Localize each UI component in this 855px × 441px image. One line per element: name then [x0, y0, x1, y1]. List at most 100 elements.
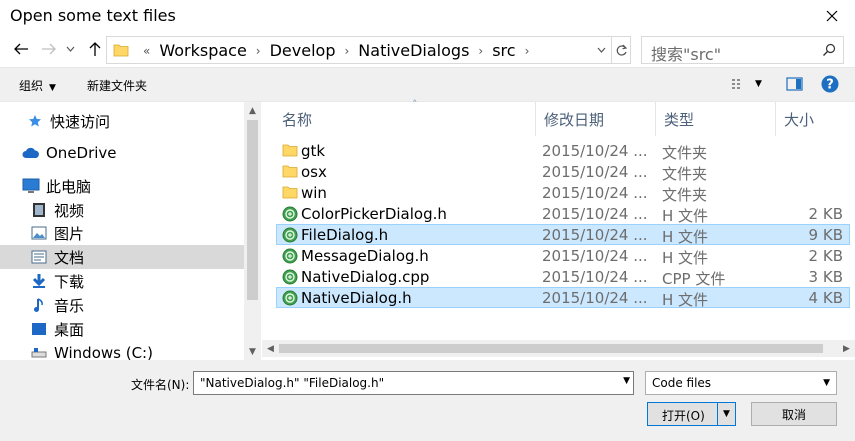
sidebar-item-music[interactable]: 音乐 — [0, 293, 244, 317]
search-box[interactable]: 搜索"src" — [641, 36, 844, 64]
close-button[interactable] — [809, 0, 855, 31]
file-type: H 文件 — [662, 291, 709, 309]
breadcrumb-src[interactable]: src — [491, 41, 516, 60]
file-type-select[interactable]: Code files ▼ — [645, 371, 837, 395]
breadcrumb-overflow[interactable]: « — [143, 44, 150, 58]
code-file-icon — [282, 206, 298, 226]
scrollbar-thumb[interactable] — [279, 344, 823, 353]
scroll-down-arrow[interactable]: ▼ — [244, 343, 261, 360]
column-header-name[interactable]: ˄ 名称 — [274, 98, 536, 136]
filename-input[interactable]: "NativeDialog.h" "FileDialog.h" ▼ — [193, 371, 634, 395]
help-button[interactable]: ? — [821, 75, 839, 97]
file-date: 2015/10/24 ... — [542, 289, 648, 307]
file-name: NativeDialog.h — [301, 289, 412, 307]
sidebar-item-quick-access[interactable]: 快速访问 — [0, 109, 244, 133]
address-history-dropdown[interactable] — [591, 37, 611, 63]
breadcrumb-nativedialogs[interactable]: NativeDialogs — [357, 41, 470, 60]
filename-value: "NativeDialog.h" "FileDialog.h" — [200, 376, 385, 390]
file-size: 2 KB — [808, 247, 843, 265]
view-options-dropdown[interactable]: ▼ — [755, 79, 762, 89]
download-icon — [30, 272, 48, 290]
file-type-value: Code files — [652, 376, 712, 390]
open-button-label: 打开(O) — [662, 409, 705, 423]
file-type: 文件夹 — [662, 186, 708, 204]
sort-ascending-icon: ˄ — [412, 98, 418, 111]
code-file-icon — [282, 290, 298, 310]
up-button[interactable] — [84, 37, 106, 61]
open-options-dropdown[interactable]: ▼ — [717, 403, 735, 425]
chevron-right-icon[interactable]: › — [478, 44, 483, 58]
horizontal-scrollbar[interactable]: ◀ ▶ — [262, 340, 855, 357]
sidebar-item-label: 文档 — [54, 248, 85, 267]
sidebar-item-desktop[interactable]: 桌面 — [0, 317, 244, 341]
code-file-icon — [282, 248, 298, 268]
music-icon — [30, 296, 48, 314]
sidebar-item-this-pc[interactable]: 此电脑 — [0, 174, 244, 198]
file-type: H 文件 — [662, 228, 709, 246]
refresh-button[interactable] — [611, 37, 631, 63]
file-size: 3 KB — [808, 268, 843, 286]
sidebar-item-label: 桌面 — [54, 320, 85, 339]
forward-button[interactable] — [38, 37, 60, 61]
column-header-size[interactable]: 大小 — [776, 102, 855, 136]
preview-pane-button[interactable] — [786, 76, 803, 95]
chevron-right-icon[interactable]: › — [525, 44, 530, 58]
file-type: CPP 文件 — [662, 270, 726, 288]
file-row[interactable]: NativeDialog.cpp 2015/10/24 ... CPP 文件 3 KB — [276, 266, 850, 288]
chevron-down-icon[interactable]: ▼ — [623, 376, 630, 386]
column-header-type[interactable]: 类型 — [656, 102, 776, 136]
sidebar-item-documents[interactable]: 文档 — [0, 245, 244, 269]
file-row[interactable]: MessageDialog.h 2015/10/24 ... H 文件 2 KB — [276, 245, 850, 268]
preview-pane-icon — [786, 77, 803, 91]
change-view-button[interactable] — [731, 76, 747, 95]
file-row[interactable]: NativeDialog.h 2015/10/24 ... H 文件 4 KB — [276, 287, 850, 310]
open-button[interactable]: 打开(O) ▼ — [647, 402, 736, 426]
file-row[interactable]: osx 2015/10/24 ... 文件夹 — [276, 161, 850, 183]
close-icon — [826, 10, 838, 21]
file-row[interactable]: gtk 2015/10/24 ... 文件夹 — [276, 140, 850, 162]
sidebar-item-pictures[interactable]: 图片 — [0, 221, 244, 245]
breadcrumb-develop[interactable]: Develop — [269, 41, 337, 60]
file-row[interactable]: FileDialog.h 2015/10/24 ... H 文件 9 KB — [276, 224, 850, 246]
forward-arrow-icon — [42, 43, 56, 55]
file-type: 文件夹 — [662, 144, 708, 162]
chevron-right-icon[interactable]: › — [344, 44, 349, 58]
file-date: 2015/10/24 ... — [542, 226, 648, 244]
column-header-date[interactable]: 修改日期 — [536, 102, 656, 136]
sidebar-item-windows-c[interactable]: Windows (C:) — [0, 341, 244, 360]
sidebar-item-videos[interactable]: 视频 — [0, 198, 244, 222]
sidebar-scrollbar[interactable]: ▲ ▼ — [244, 102, 261, 360]
drive-icon — [30, 344, 48, 360]
refresh-icon — [616, 44, 628, 56]
sidebar-item-label: 音乐 — [54, 296, 85, 315]
scroll-right-arrow[interactable]: ▶ — [838, 340, 855, 357]
back-button[interactable] — [10, 37, 32, 61]
file-row[interactable]: win 2015/10/24 ... 文件夹 — [276, 182, 850, 204]
scroll-left-arrow[interactable]: ◀ — [262, 340, 279, 357]
navigation-pane: 快速访问 OneDrive 此电脑 视频 图片 文档 下载 音乐 桌面 Wind… — [0, 102, 244, 360]
file-date: 2015/10/24 ... — [542, 163, 648, 181]
scrollbar-thumb[interactable] — [247, 120, 258, 300]
search-input[interactable]: 搜索"src" — [651, 41, 721, 65]
organize-button[interactable]: 组织 ▼ — [19, 77, 56, 94]
chevron-down-icon: ▼ — [823, 378, 830, 388]
picture-icon — [30, 224, 48, 242]
file-name: gtk — [301, 142, 326, 160]
sidebar-item-onedrive[interactable]: OneDrive — [0, 141, 244, 165]
file-row[interactable]: ColorPickerDialog.h 2015/10/24 ... H 文件 2 K… — [276, 203, 850, 226]
breadcrumb-workspace[interactable]: Workspace — [158, 41, 247, 60]
sidebar-item-downloads[interactable]: 下载 — [0, 269, 244, 293]
scroll-up-arrow[interactable]: ▲ — [244, 102, 261, 119]
navigation-bar: « Workspace › Develop › NativeDialogs › … — [0, 33, 855, 67]
sidebar-item-label: 此电脑 — [46, 177, 92, 196]
chevron-right-icon[interactable]: › — [256, 44, 261, 58]
address-bar[interactable]: « Workspace › Develop › NativeDialogs › … — [106, 36, 631, 64]
file-size: 4 KB — [808, 289, 843, 307]
new-folder-button[interactable]: 新建文件夹 — [87, 77, 147, 94]
up-arrow-icon — [89, 42, 101, 56]
recent-locations-button[interactable] — [62, 37, 78, 61]
file-name: ColorPickerDialog.h — [301, 205, 447, 223]
sidebar-item-label: 快速访问 — [50, 112, 111, 131]
desktop-icon — [30, 320, 48, 338]
cancel-button[interactable]: 取消 — [751, 402, 837, 426]
